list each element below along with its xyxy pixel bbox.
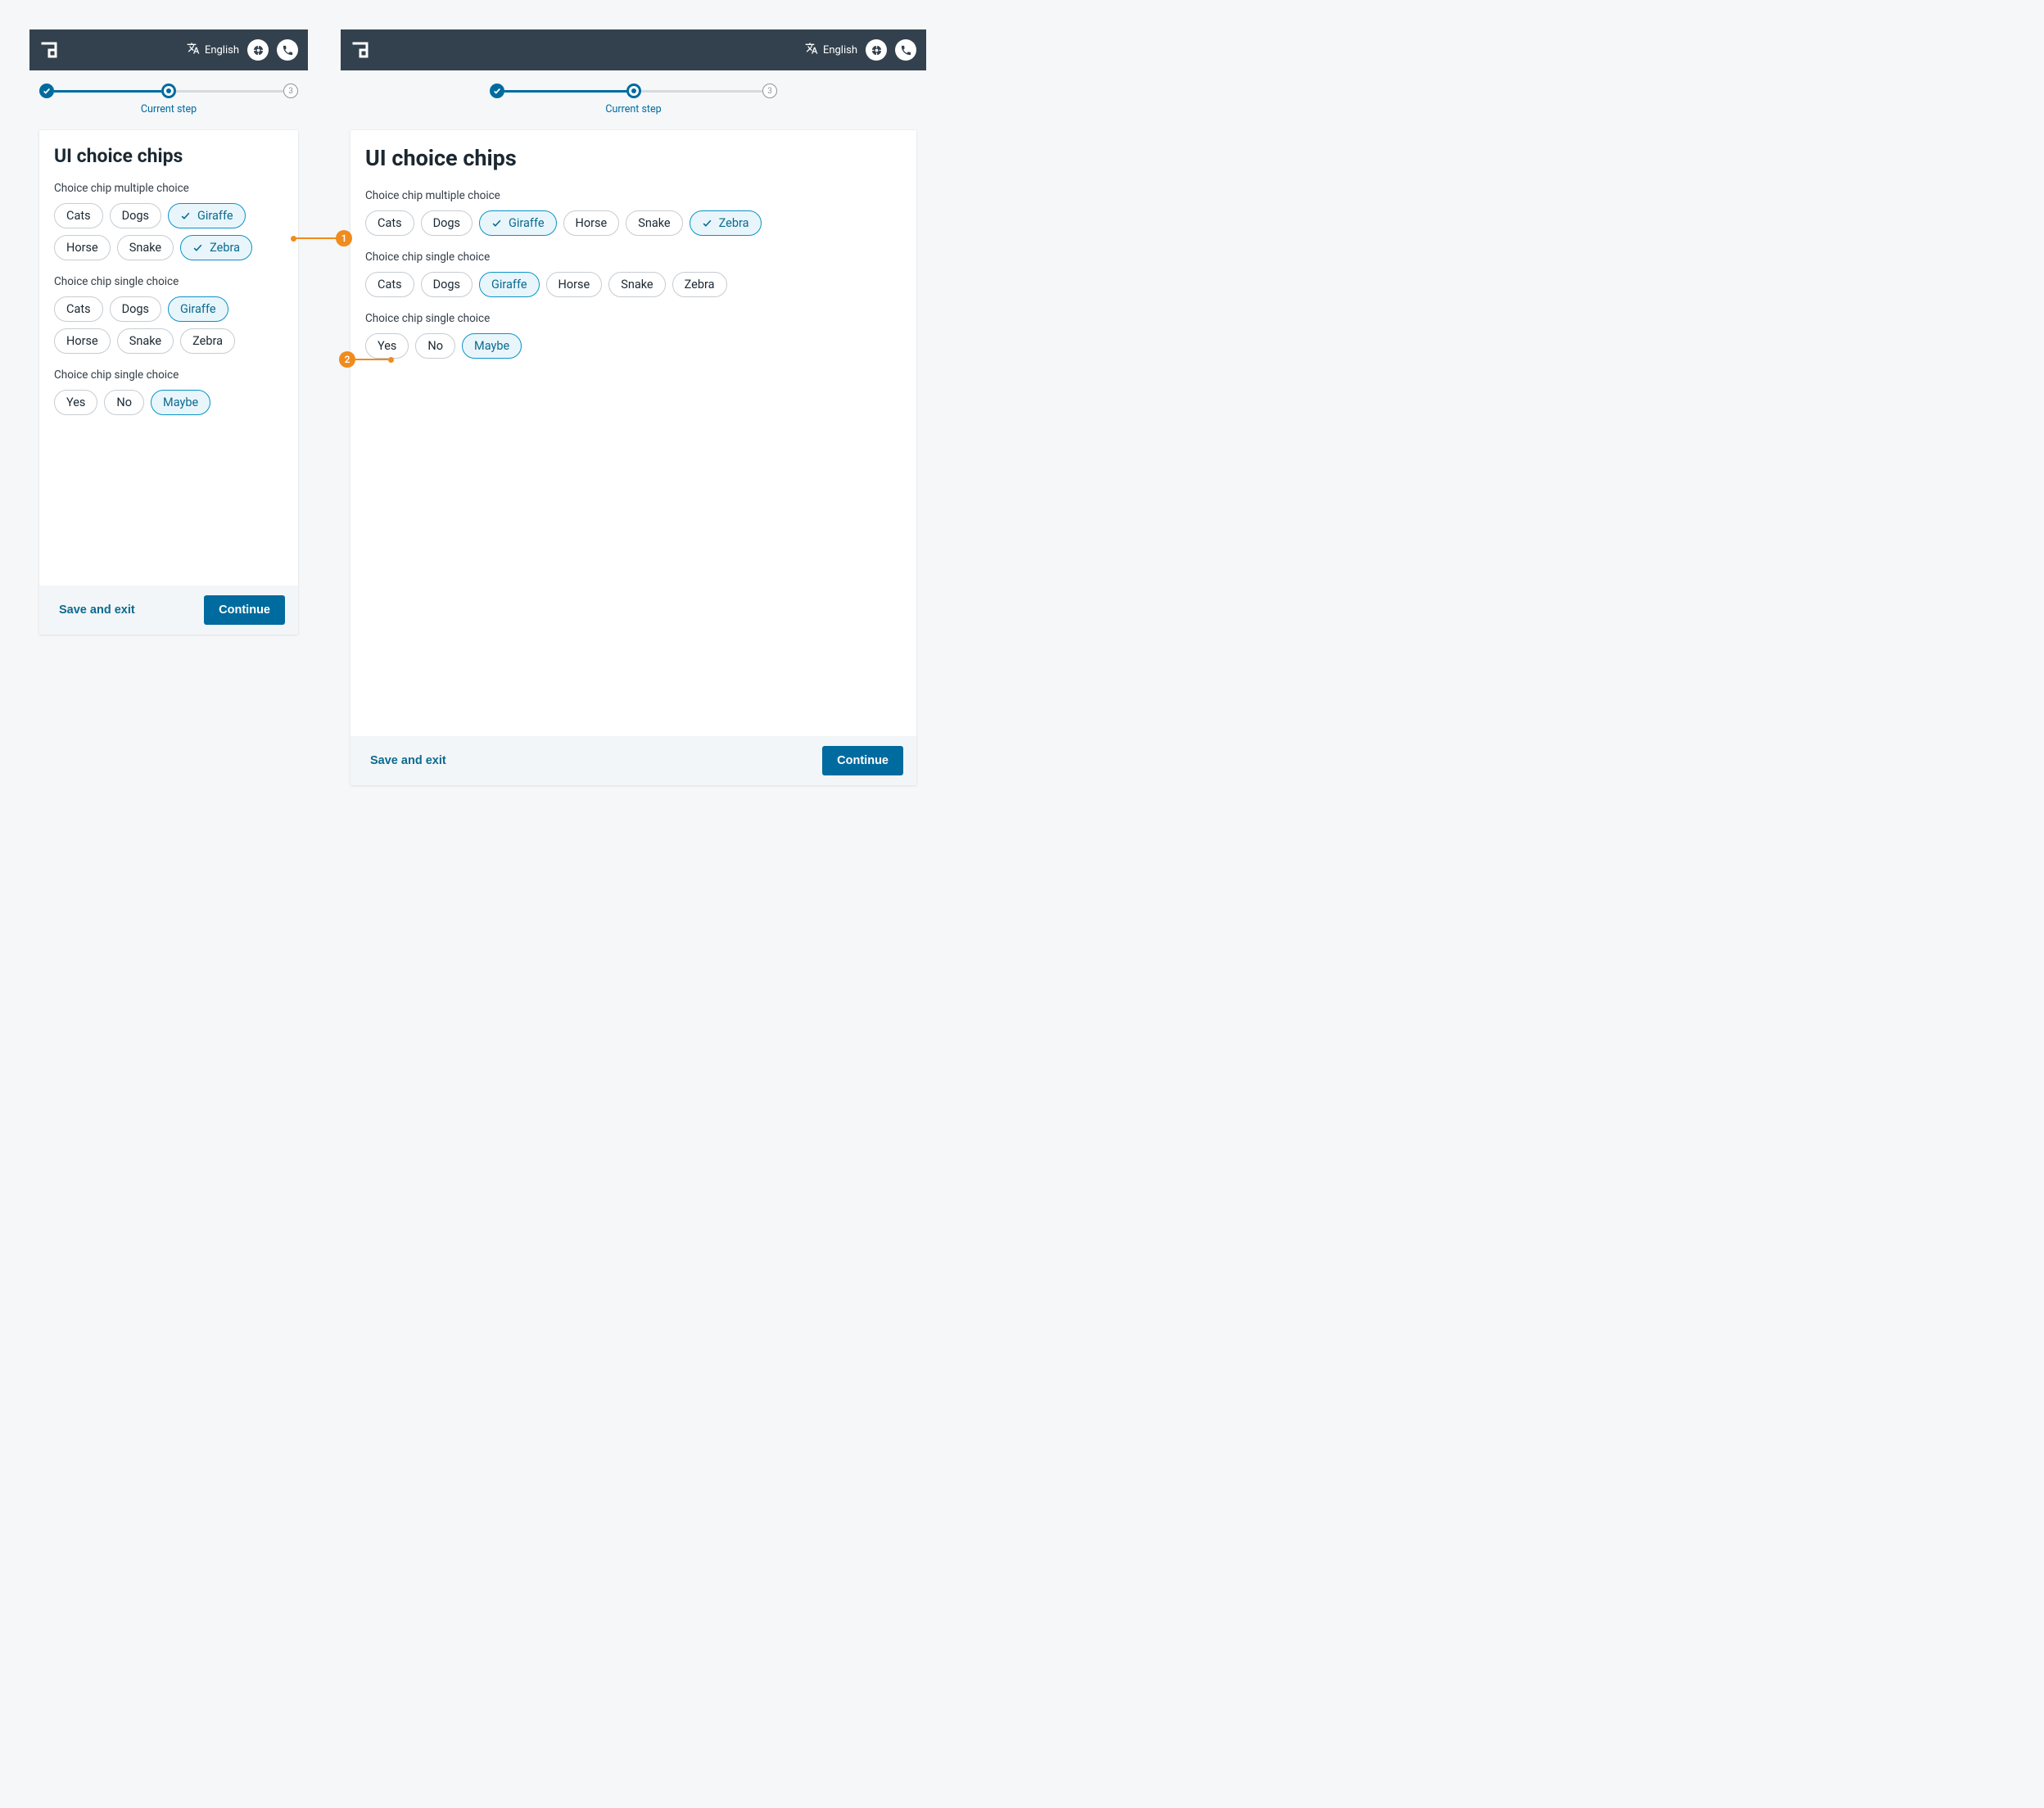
step-connector <box>54 90 161 93</box>
save-and-exit-button[interactable]: Save and exit <box>52 595 142 625</box>
chip-group-single-yesno: Choice chip single choice Yes No Maybe <box>54 368 283 415</box>
chip-yes[interactable]: Yes <box>54 390 97 415</box>
chip-yes[interactable]: Yes <box>365 333 409 359</box>
chip-cats[interactable]: Cats <box>365 272 414 297</box>
panel-mobile: English 3 Current step UI choice ch <box>29 29 308 635</box>
app-header: English <box>341 29 926 70</box>
form-card: UI choice chips Choice chip multiple cho… <box>39 130 298 635</box>
chip-giraffe[interactable]: Giraffe <box>479 272 540 297</box>
chip-dogs[interactable]: Dogs <box>110 203 161 228</box>
chip-horse[interactable]: Horse <box>546 272 603 297</box>
chip-zebra[interactable]: Zebra <box>180 235 252 260</box>
chip-group-multiple: Choice chip multiple choice Cats Dogs Gi… <box>54 182 283 260</box>
language-label: English <box>823 44 857 56</box>
phone-button[interactable] <box>277 39 298 61</box>
chip-maybe[interactable]: Maybe <box>151 390 210 415</box>
support-button[interactable] <box>247 39 269 61</box>
chip-horse[interactable]: Horse <box>54 328 111 354</box>
check-icon <box>192 242 203 253</box>
translate-icon <box>805 42 818 58</box>
chip-no[interactable]: No <box>104 390 144 415</box>
group-label: Choice chip single choice <box>54 275 283 288</box>
chip-giraffe[interactable]: Giraffe <box>168 203 246 228</box>
chip-snake[interactable]: Snake <box>626 210 682 236</box>
step-2-current <box>161 84 176 98</box>
chip-snake[interactable]: Snake <box>117 235 174 260</box>
language-selector[interactable]: English <box>187 42 239 58</box>
progress-stepper: 3 <box>29 70 308 102</box>
chip-zebra[interactable]: Zebra <box>672 272 727 297</box>
page-title: UI choice chips <box>365 145 902 171</box>
step-3-number: 3 <box>767 87 772 96</box>
chip-cats[interactable]: Cats <box>54 203 103 228</box>
step-2-current <box>626 84 641 98</box>
language-label: English <box>205 44 239 56</box>
card-footer: Save and exit Continue <box>39 585 298 635</box>
progress-stepper: 3 <box>480 70 787 102</box>
app-header: English <box>29 29 308 70</box>
brand-logo <box>350 40 370 60</box>
chip-group-single-animals: Choice chip single choice Cats Dogs Gira… <box>365 251 902 297</box>
chip-cats[interactable]: Cats <box>54 296 103 322</box>
chip-giraffe[interactable]: Giraffe <box>479 210 557 236</box>
check-icon <box>702 218 712 228</box>
page-title: UI choice chips <box>54 145 283 167</box>
group-label: Choice chip single choice <box>365 312 902 325</box>
translate-icon <box>187 42 200 58</box>
chip-group-single-animals: Choice chip single choice Cats Dogs Gira… <box>54 275 283 354</box>
group-label: Choice chip multiple choice <box>54 182 283 195</box>
chip-zebra[interactable]: Zebra <box>690 210 762 236</box>
chip-horse[interactable]: Horse <box>54 235 111 260</box>
step-3-future: 3 <box>283 84 298 98</box>
step-3-number: 3 <box>288 87 293 96</box>
step-1-done <box>39 84 54 98</box>
step-1-done <box>490 84 504 98</box>
step-connector <box>504 90 626 93</box>
chip-giraffe[interactable]: Giraffe <box>168 296 228 322</box>
group-label: Choice chip multiple choice <box>365 189 902 202</box>
check-icon <box>180 210 191 221</box>
chip-horse[interactable]: Horse <box>563 210 620 236</box>
chip-group-multiple: Choice chip multiple choice Cats Dogs Gi… <box>365 189 902 236</box>
step-connector <box>176 90 283 93</box>
continue-button[interactable]: Continue <box>204 595 285 625</box>
chip-dogs[interactable]: Dogs <box>421 210 473 236</box>
support-button[interactable] <box>866 39 887 61</box>
chip-snake[interactable]: Snake <box>117 328 174 354</box>
panel-desktop: English 3 Current step <box>341 29 926 785</box>
chip-maybe[interactable]: Maybe <box>462 333 522 359</box>
step-connector <box>641 90 763 93</box>
brand-logo <box>39 40 59 60</box>
chip-zebra[interactable]: Zebra <box>180 328 235 354</box>
chip-group-single-yesno: Choice chip single choice Yes No Maybe <box>365 312 902 359</box>
step-3-future: 3 <box>762 84 777 98</box>
save-and-exit-button[interactable]: Save and exit <box>364 746 453 775</box>
chip-no[interactable]: No <box>415 333 455 359</box>
chip-dogs[interactable]: Dogs <box>421 272 473 297</box>
chip-snake[interactable]: Snake <box>608 272 665 297</box>
step-current-label: Current step <box>480 102 787 124</box>
continue-button[interactable]: Continue <box>822 746 903 775</box>
check-icon <box>491 218 502 228</box>
phone-button[interactable] <box>895 39 916 61</box>
card-footer: Save and exit Continue <box>350 736 916 785</box>
group-label: Choice chip single choice <box>54 368 283 382</box>
step-current-label: Current step <box>29 102 308 124</box>
chip-cats[interactable]: Cats <box>365 210 414 236</box>
form-card: UI choice chips Choice chip multiple cho… <box>350 130 916 785</box>
language-selector[interactable]: English <box>805 42 857 58</box>
chip-dogs[interactable]: Dogs <box>110 296 161 322</box>
group-label: Choice chip single choice <box>365 251 902 264</box>
